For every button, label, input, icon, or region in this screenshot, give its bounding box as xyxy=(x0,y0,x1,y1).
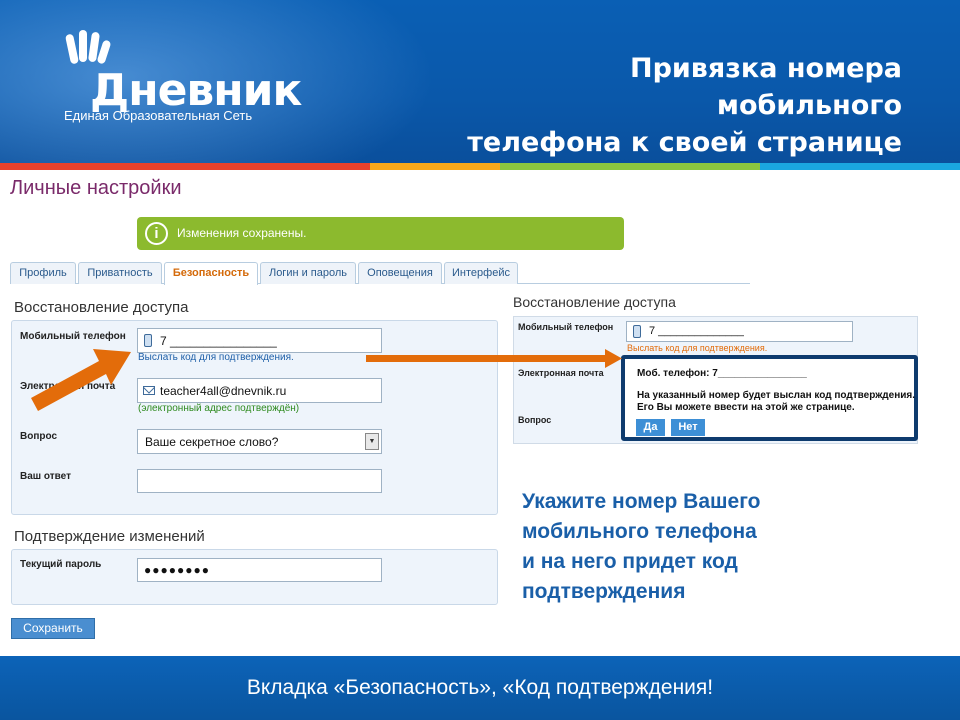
tab-privacy[interactable]: Приватность xyxy=(78,262,162,284)
answer-input[interactable] xyxy=(137,469,382,493)
footer-text: Вкладка «Безопасность», «Код подтвержден… xyxy=(246,676,714,699)
phone-label: Мобильный телефон xyxy=(20,331,126,342)
phone-input[interactable]: 7 ________________ xyxy=(137,328,382,353)
chevron-down-icon[interactable]: ▼ xyxy=(365,433,379,450)
dialog-message-2: Его Вы можете ввести на этой же странице… xyxy=(637,402,855,413)
settings-tabs: Профиль Приватность Безопасность Логин и… xyxy=(10,262,750,285)
success-notice: i Изменения сохранены. xyxy=(137,217,624,250)
phone-value: 7 ________________ xyxy=(160,334,277,348)
tab-security[interactable]: Безопасность xyxy=(164,262,258,285)
question-value: Ваше секретное слово? xyxy=(145,435,279,449)
tab-interface[interactable]: Интерфейс xyxy=(444,262,518,284)
email-value: teacher4all@dnevnik.ru xyxy=(160,384,287,398)
slide-title-line-1: Привязка номера мобильного xyxy=(629,53,902,121)
tab-login-password[interactable]: Логин и пароль xyxy=(260,262,356,284)
question-label: Вопрос xyxy=(20,431,58,442)
mini-phone-input[interactable]: 7 ______________ xyxy=(626,321,853,342)
question-select[interactable]: Ваше секретное слово? ▼ xyxy=(137,429,382,454)
stripe-green xyxy=(500,163,760,170)
stripe-yellow xyxy=(370,163,500,170)
answer-label: Ваш ответ xyxy=(20,471,71,482)
password-label: Текущий пароль xyxy=(20,559,102,570)
mini-question-label: Вопрос xyxy=(518,415,552,425)
email-confirmed-note: (электронный адрес подтверждён) xyxy=(138,403,300,414)
callout-line-3: и на него придет код xyxy=(522,550,738,573)
mini-phone-icon xyxy=(633,325,641,338)
tab-profile[interactable]: Профиль xyxy=(10,262,76,284)
dialog-no-button[interactable]: Нет xyxy=(671,419,705,436)
recovery-section-title: Восстановление доступа xyxy=(14,299,189,316)
tab-notifications[interactable]: Оповещения xyxy=(358,262,442,284)
password-value: ●●●●●●●● xyxy=(144,563,210,577)
confirm-section-title: Подтверждение изменений xyxy=(14,528,205,545)
slide-title-line-2: телефона к своей странице xyxy=(467,127,902,158)
callout-line-2: мобильного телефона xyxy=(522,520,757,543)
header-banner: Дневник Единая Образовательная Сеть Прив… xyxy=(0,0,960,163)
dialog-phone-line: Моб. телефон: 7________________ xyxy=(637,368,807,379)
mini-email-label: Электронная почта xyxy=(518,368,604,378)
stripe-blue xyxy=(760,163,960,170)
footer-banner: Вкладка «Безопасность», «Код подтвержден… xyxy=(0,656,960,720)
instruction-callout: Укажите номер Вашего мобильного телефона… xyxy=(522,487,822,607)
send-code-link[interactable]: Выслать код для подтверждения. xyxy=(138,352,294,363)
callout-line-1: Укажите номер Вашего xyxy=(522,490,761,513)
mini-phone-label: Мобильный телефон xyxy=(518,322,614,332)
dialog-message-1: На указанный номер будет выслан код подт… xyxy=(637,390,916,401)
mini-send-code-link[interactable]: Выслать код для подтверждения. xyxy=(627,343,767,353)
logo: Дневник Единая Образовательная Сеть xyxy=(52,28,302,128)
phone-icon xyxy=(144,334,152,347)
save-button[interactable]: Сохранить xyxy=(11,618,95,639)
page-title: Личные настройки xyxy=(10,177,182,199)
notice-text: Изменения сохранены. xyxy=(177,226,307,240)
slide-title: Привязка номера мобильного телефона к св… xyxy=(442,50,902,161)
mini-phone-value: 7 ______________ xyxy=(649,325,744,337)
confirm-code-dialog: Моб. телефон: 7________________ На указа… xyxy=(621,355,918,441)
mail-icon xyxy=(143,386,155,395)
dialog-yes-button[interactable]: Да xyxy=(636,419,665,436)
color-stripe xyxy=(0,163,960,170)
info-icon: i xyxy=(145,222,168,245)
email-label: Электронная почта xyxy=(20,381,116,392)
logo-subtitle: Единая Образовательная Сеть xyxy=(64,108,253,123)
mini-recovery-title: Восстановление доступа xyxy=(513,294,676,310)
email-input[interactable]: teacher4all@dnevnik.ru xyxy=(137,378,382,403)
stripe-red xyxy=(0,163,370,170)
callout-line-4: подтверждения xyxy=(522,580,686,603)
password-input[interactable]: ●●●●●●●● xyxy=(137,558,382,582)
